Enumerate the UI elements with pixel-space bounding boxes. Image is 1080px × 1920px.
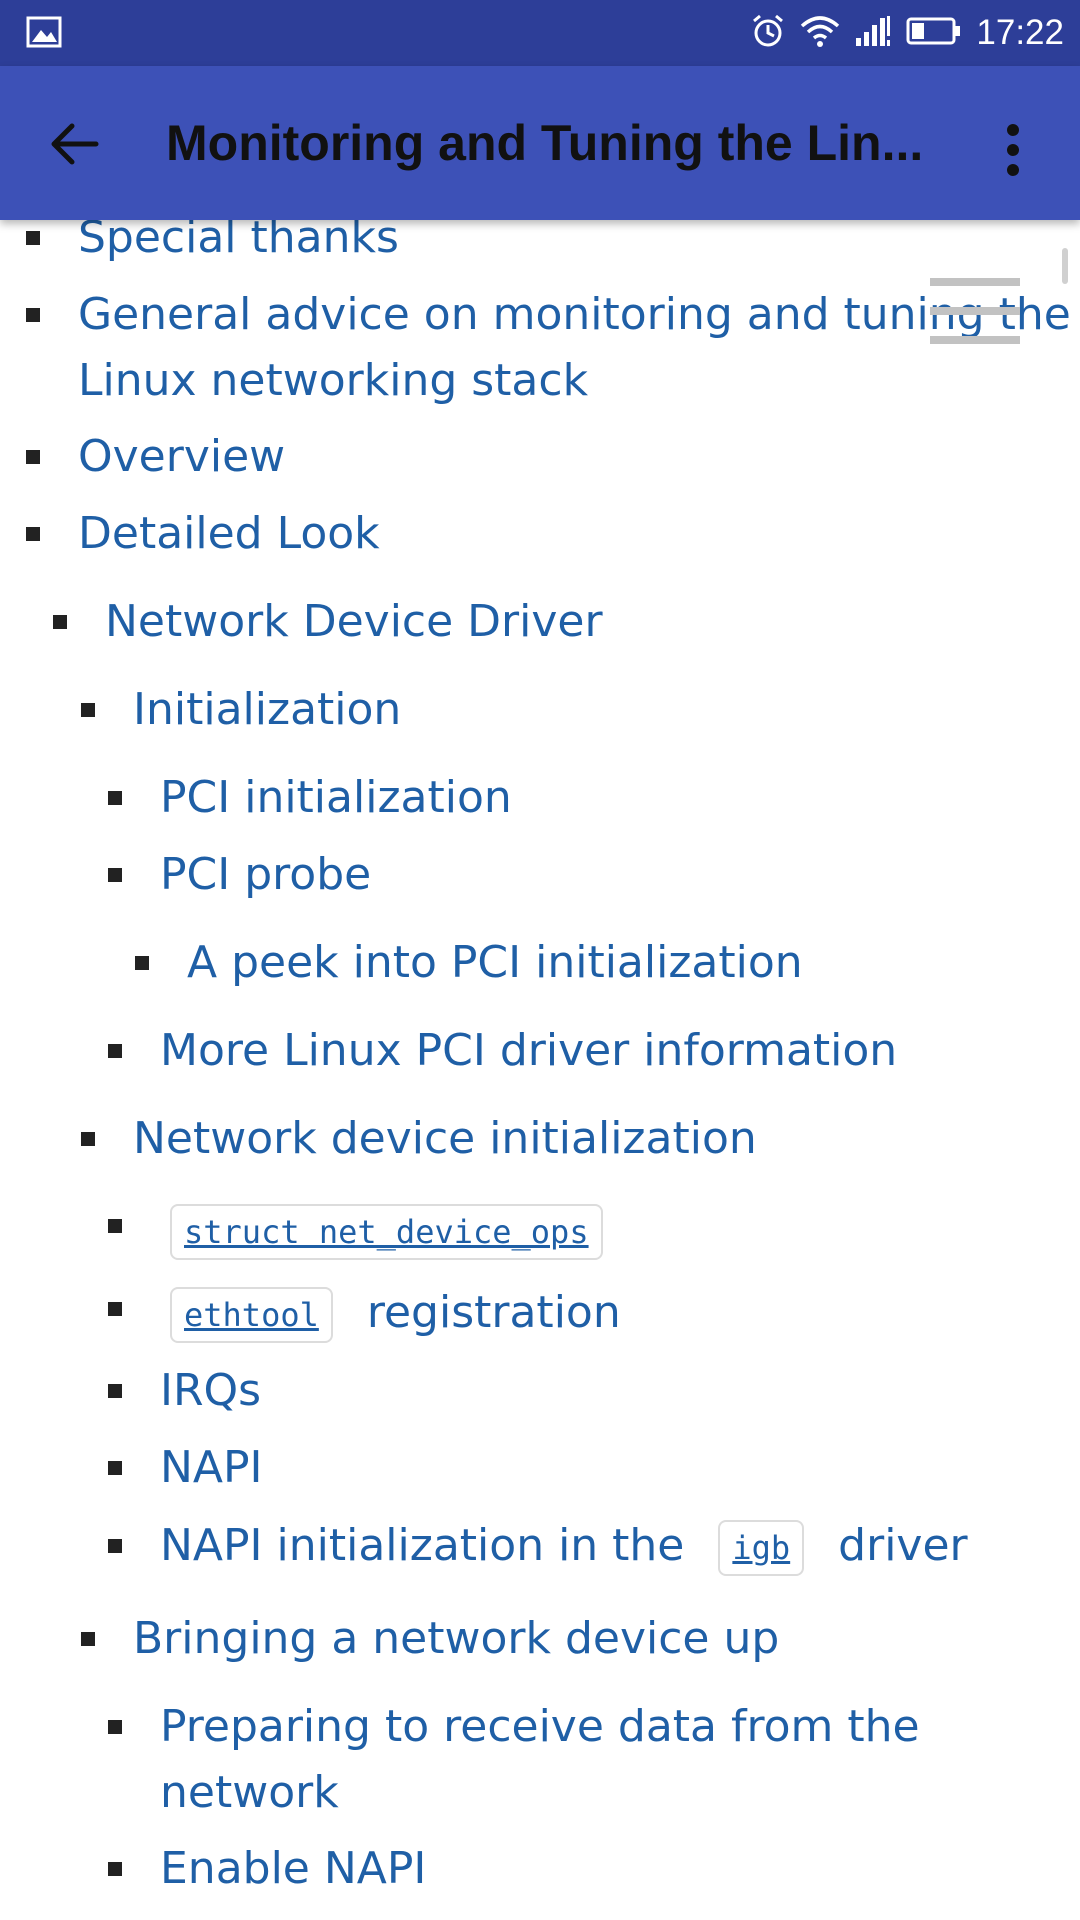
bullet xyxy=(108,1862,122,1876)
toc-link-more-pci-info[interactable]: More Linux PCI driver information xyxy=(160,1018,897,1084)
toc-link-detailed-look[interactable]: Detailed Look xyxy=(78,501,380,567)
back-arrow-icon[interactable] xyxy=(44,112,108,176)
app-bar: Monitoring and Tuning the Lin... xyxy=(0,66,1080,220)
bullet xyxy=(135,956,149,970)
bullet xyxy=(108,1219,122,1233)
battery-icon xyxy=(906,16,962,50)
hamburger-icon[interactable] xyxy=(930,278,1020,344)
toc-link-general-advice-line2[interactable]: Linux networking stack xyxy=(78,348,588,414)
bullet xyxy=(108,1720,122,1734)
bullet xyxy=(108,1539,122,1553)
scrollbar-thumb[interactable] xyxy=(1062,248,1068,284)
toc-link-peek-pci-initialization[interactable]: A peek into PCI initialization xyxy=(187,930,803,996)
toc-link-network-device-driver[interactable]: Network Device Driver xyxy=(105,589,603,655)
bullet xyxy=(108,1044,122,1058)
bullet xyxy=(26,450,40,464)
toc-link-ethtool-registration[interactable]: ethtool registration xyxy=(170,1280,621,1346)
bullet xyxy=(81,703,95,717)
bullet xyxy=(108,791,122,805)
toc-content: Special thanks General advice on monitor… xyxy=(0,0,1080,1920)
code-ethtool[interactable]: ethtool xyxy=(170,1287,333,1343)
toc-link-net-device-ops[interactable]: struct net_device_ops xyxy=(170,1197,603,1263)
status-bar: 17:22 xyxy=(0,0,1080,66)
toc-link-pci-probe[interactable]: PCI probe xyxy=(160,842,371,908)
bullet xyxy=(26,308,40,322)
toc-label-driver[interactable]: driver xyxy=(838,1520,967,1571)
toc-link-overview[interactable]: Overview xyxy=(78,424,285,490)
more-vert-icon[interactable] xyxy=(990,118,1036,182)
toc-label-napi-init[interactable]: NAPI initialization in the xyxy=(160,1520,684,1571)
toc-link-enable-napi[interactable]: Enable NAPI xyxy=(160,1836,426,1902)
toc-link-irqs[interactable]: IRQs xyxy=(160,1358,261,1424)
toc-link-preparing-receive[interactable]: Preparing to receive data from the xyxy=(160,1694,920,1760)
bullet xyxy=(26,231,40,245)
toc-link-pci-initialization[interactable]: PCI initialization xyxy=(160,765,512,831)
bullet xyxy=(53,615,67,629)
image-icon xyxy=(26,16,62,52)
toc-link-preparing-receive-line2[interactable]: network xyxy=(160,1760,339,1826)
code-igb[interactable]: igb xyxy=(718,1520,805,1576)
wifi-icon xyxy=(800,14,840,52)
code-net-device-ops[interactable]: struct net_device_ops xyxy=(170,1204,603,1260)
bullet xyxy=(108,868,122,882)
page-title: Monitoring and Tuning the Lin... xyxy=(166,115,924,171)
bullet xyxy=(81,1132,95,1146)
bullet xyxy=(108,1384,122,1398)
toc-link-network-device-initialization[interactable]: Network device initialization xyxy=(133,1106,757,1172)
toc-link-napi-init-igb[interactable]: NAPI initialization in the igb driver xyxy=(160,1513,968,1579)
toc-link-napi[interactable]: NAPI xyxy=(160,1435,263,1501)
bullet xyxy=(26,527,40,541)
toc-link-general-advice[interactable]: General advice on monitoring and tuning … xyxy=(78,282,1071,348)
status-time: 17:22 xyxy=(976,13,1064,52)
signal-icon xyxy=(854,14,892,52)
toc-link-initialization[interactable]: Initialization xyxy=(133,677,401,743)
toc-link-bringing-device-up[interactable]: Bringing a network device up xyxy=(133,1606,779,1672)
bullet xyxy=(108,1302,122,1316)
bullet xyxy=(108,1461,122,1475)
alarm-icon xyxy=(750,13,786,53)
toc-label-registration[interactable]: registration xyxy=(367,1287,621,1338)
bullet xyxy=(81,1632,95,1646)
